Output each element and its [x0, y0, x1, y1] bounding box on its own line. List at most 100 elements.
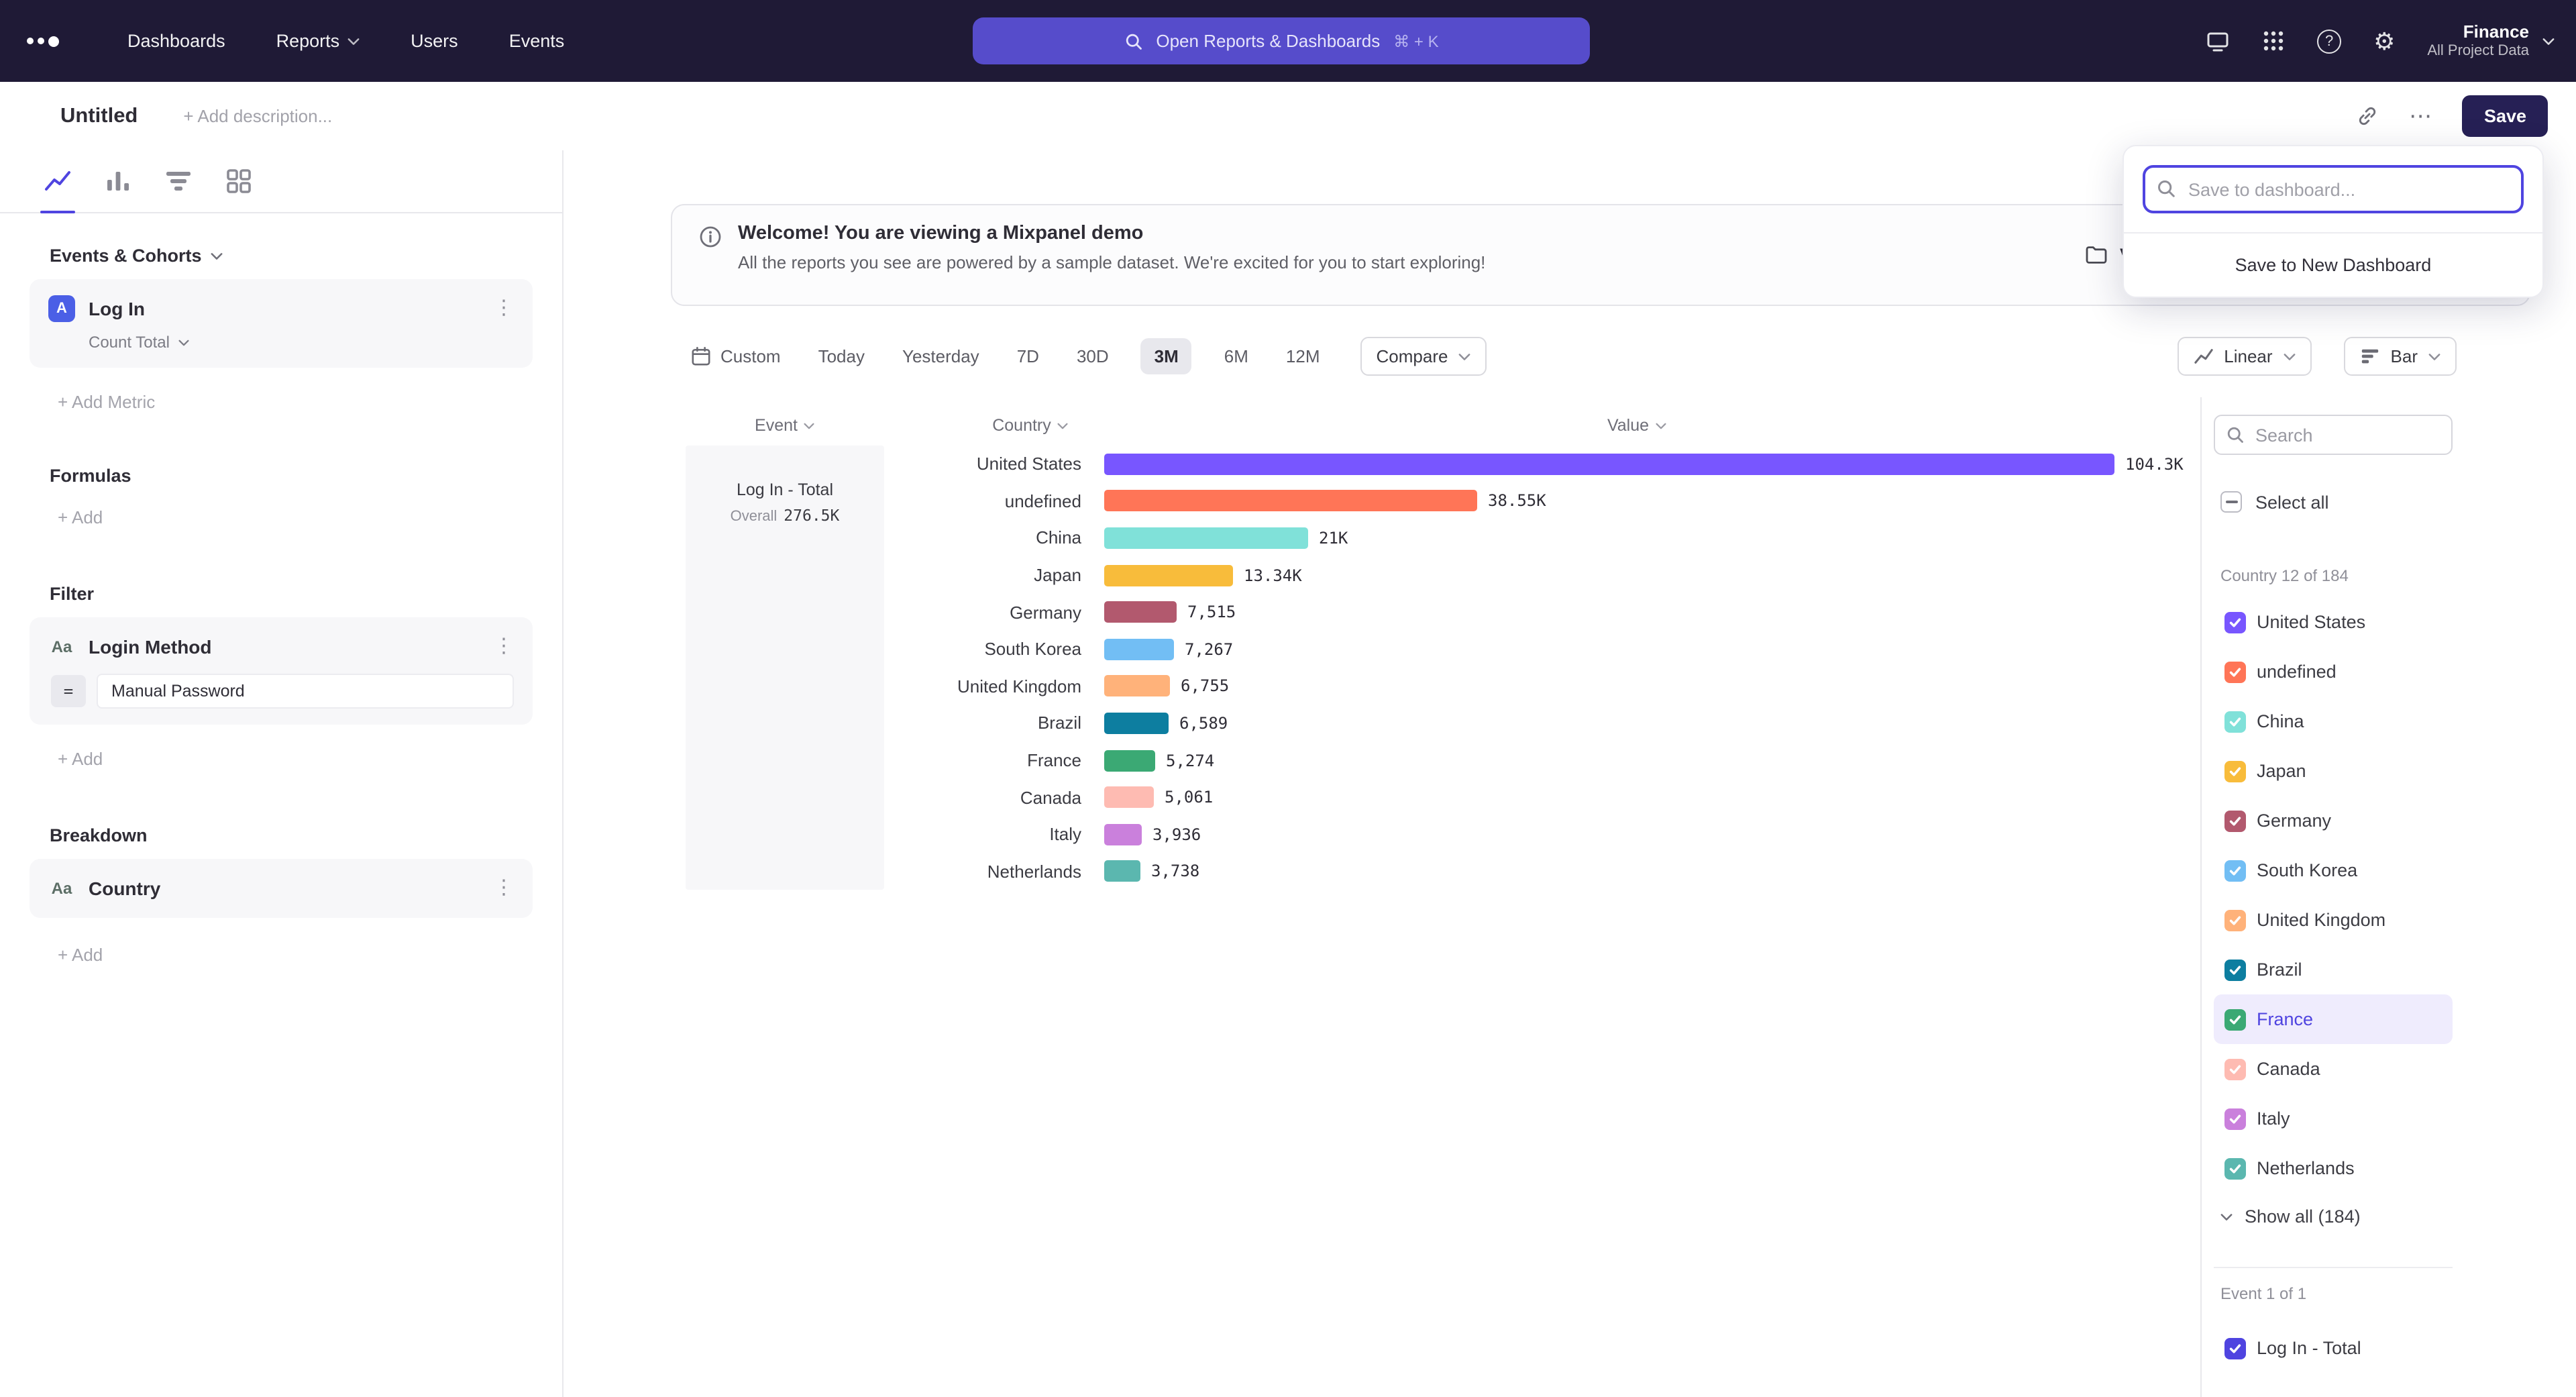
kebab-menu-icon[interactable]: ⋮	[494, 879, 514, 898]
chart-bar[interactable]	[1104, 527, 1308, 549]
tab-bar-chart[interactable]	[103, 166, 133, 196]
add-breakdown-button[interactable]: + Add	[58, 945, 103, 965]
legend-item-canada[interactable]: Canada	[2214, 1044, 2453, 1094]
chart-type-selector[interactable]: Bar	[2344, 337, 2457, 376]
calendar-icon	[691, 346, 711, 366]
metric-event-name[interactable]: Log In	[89, 298, 480, 319]
filter-property-name[interactable]: Login Method	[89, 636, 480, 658]
checkbox[interactable]	[2224, 1337, 2246, 1359]
open-reports-search-button[interactable]: Open Reports & Dashboards ⌘ + K	[973, 17, 1590, 64]
legend-item-label: Log In - Total	[2257, 1338, 2361, 1358]
add-description-button[interactable]: + Add description...	[183, 106, 332, 126]
nav-item-events[interactable]: Events	[509, 31, 565, 51]
legend-item-brazil[interactable]: Brazil	[2214, 945, 2453, 994]
legend-item-japan[interactable]: Japan	[2214, 746, 2453, 796]
kebab-menu-icon[interactable]: ⋮	[494, 299, 514, 318]
chart-bar[interactable]	[1104, 713, 1169, 734]
breakdown-card[interactable]: Aa Country ⋮	[30, 859, 533, 918]
checkbox[interactable]	[2224, 1157, 2246, 1179]
chart-bar[interactable]	[1104, 861, 1140, 882]
checkbox[interactable]	[2224, 611, 2246, 633]
chart-bar[interactable]	[1104, 749, 1155, 771]
legend-item-south-korea[interactable]: South Korea	[2214, 845, 2453, 895]
date-range-custom[interactable]: Custom	[686, 338, 786, 374]
tab-retention[interactable]	[224, 166, 254, 196]
legend-item-china[interactable]: China	[2214, 696, 2453, 746]
legend-item-netherlands[interactable]: Netherlands	[2214, 1143, 2453, 1193]
checkbox[interactable]	[2224, 661, 2246, 682]
legend-item-undefined[interactable]: undefined	[2214, 647, 2453, 696]
more-options-icon[interactable]: ⋯	[2409, 109, 2433, 123]
column-header-event[interactable]: Event	[686, 416, 884, 435]
legend-item-united-states[interactable]: United States	[2214, 597, 2453, 647]
checkbox[interactable]	[2224, 760, 2246, 782]
add-formula-button[interactable]: + Add	[58, 507, 103, 527]
scale-selector[interactable]: Linear	[2177, 337, 2311, 376]
desktop-icon[interactable]	[2206, 29, 2230, 53]
nav-item-reports[interactable]: Reports	[276, 31, 360, 51]
chart-bar[interactable]	[1104, 823, 1142, 845]
chart-bar[interactable]	[1104, 564, 1233, 586]
tab-insights[interactable]	[43, 166, 72, 196]
save-to-dashboard-input[interactable]	[2143, 165, 2524, 213]
column-header-country[interactable]: Country	[950, 416, 1111, 435]
checkbox[interactable]	[2224, 810, 2246, 831]
project-selector[interactable]: Finance All Project Data	[2427, 21, 2555, 60]
chart-bar[interactable]	[1104, 601, 1177, 623]
chart-bar[interactable]	[1104, 454, 2114, 475]
date-range-12m[interactable]: 12M	[1281, 338, 1326, 374]
metric-card[interactable]: A Log In ⋮ Count Total	[30, 279, 533, 368]
checkbox[interactable]	[2224, 711, 2246, 732]
select-all-checkbox[interactable]	[2220, 491, 2242, 513]
kebab-menu-icon[interactable]: ⋮	[494, 637, 514, 656]
legend-item-france[interactable]: France	[2214, 994, 2453, 1044]
checkbox[interactable]	[2224, 1108, 2246, 1129]
save-button[interactable]: Save	[2463, 95, 2548, 137]
filter-card[interactable]: Aa Login Method ⋮ = Manual Password	[30, 617, 533, 725]
show-all-button[interactable]: Show all (184)	[2220, 1206, 2361, 1227]
country-legend-list: United StatesundefinedChinaJapanGermanyS…	[2214, 597, 2453, 1193]
search-icon	[2156, 178, 2176, 199]
legend-item-italy[interactable]: Italy	[2214, 1094, 2453, 1143]
date-range-7d[interactable]: 7D	[1012, 338, 1044, 374]
checkbox[interactable]	[2224, 860, 2246, 881]
tab-funnel[interactable]	[164, 166, 193, 196]
nav-item-dashboards[interactable]: Dashboards	[127, 31, 225, 51]
add-metric-button[interactable]: + Add Metric	[58, 392, 155, 412]
date-range-today[interactable]: Today	[813, 338, 870, 374]
copy-link-icon[interactable]	[2357, 105, 2379, 127]
mixpanel-logo[interactable]	[27, 36, 59, 46]
select-all-row[interactable]: Select all	[2220, 491, 2329, 513]
filter-operator[interactable]: =	[51, 675, 86, 707]
filter-value[interactable]: Manual Password	[97, 674, 514, 709]
chevron-down-icon	[804, 422, 815, 429]
checkbox[interactable]	[2224, 909, 2246, 931]
chart-bar[interactable]	[1104, 490, 1477, 512]
checkbox[interactable]	[2224, 1008, 2246, 1030]
chart-bar[interactable]	[1104, 676, 1170, 697]
date-range-3m[interactable]: 3M	[1141, 338, 1192, 374]
compare-button[interactable]: Compare	[1360, 337, 1487, 376]
save-to-new-dashboard-button[interactable]: Save to New Dashboard	[2124, 234, 2542, 297]
date-range-6m[interactable]: 6M	[1219, 338, 1254, 374]
aggregation-selector[interactable]: Count Total	[89, 333, 514, 352]
report-title[interactable]: Untitled	[60, 104, 138, 128]
checkbox[interactable]	[2224, 959, 2246, 980]
legend-item-germany[interactable]: Germany	[2214, 796, 2453, 845]
help-icon[interactable]: ?	[2317, 29, 2341, 53]
breakdown-property-name[interactable]: Country	[89, 878, 480, 899]
add-filter-button[interactable]: + Add	[58, 749, 103, 769]
chart-bar[interactable]	[1104, 639, 1174, 660]
checkbox[interactable]	[2224, 1058, 2246, 1080]
date-range-yesterday[interactable]: Yesterday	[897, 338, 985, 374]
settings-gear-icon[interactable]: ⚙	[2373, 29, 2395, 53]
legend-item-log-in-total[interactable]: Log In - Total	[2214, 1323, 2453, 1373]
section-title-events-cohorts[interactable]: Events & Cohorts	[50, 246, 562, 266]
series-search-input[interactable]	[2214, 415, 2453, 455]
apps-grid-icon[interactable]	[2262, 30, 2285, 52]
column-header-value[interactable]: Value	[1556, 416, 1717, 435]
nav-item-users[interactable]: Users	[411, 31, 458, 51]
date-range-30d[interactable]: 30D	[1071, 338, 1114, 374]
chart-bar[interactable]	[1104, 786, 1154, 808]
legend-item-united-kingdom[interactable]: United Kingdom	[2214, 895, 2453, 945]
